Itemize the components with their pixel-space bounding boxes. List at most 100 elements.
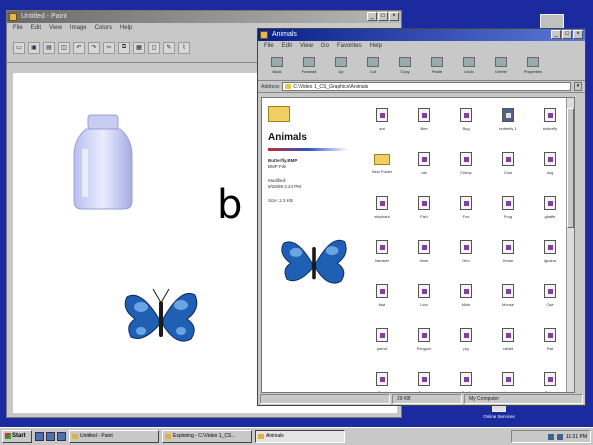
cut-button[interactable]: Cut [360, 53, 386, 79]
file-item[interactable]: Horse [488, 236, 528, 272]
brush-icon[interactable]: ⌇ [178, 41, 190, 54]
file-item[interactable]: Bug [446, 104, 486, 140]
file-item[interactable]: kiwi [362, 280, 402, 316]
file-item[interactable]: tiger [488, 368, 528, 392]
explorer-title-bar[interactable]: Animals _ □ × [258, 29, 585, 41]
file-item[interactable]: Moose [488, 280, 528, 316]
undo-button[interactable]: Undo [456, 53, 482, 79]
ie-icon[interactable] [35, 432, 44, 441]
file-item[interactable]: parrot [362, 324, 402, 360]
file-item[interactable]: dog [530, 148, 570, 184]
minimize-button[interactable]: _ [367, 12, 377, 21]
file-item[interactable]: hamster [362, 236, 402, 272]
file-view[interactable]: Animals Butterfly.BMP BMP File Modified:… [261, 97, 575, 393]
file-item[interactable]: Zebra [530, 368, 570, 392]
delete-button[interactable]: Delete [488, 53, 514, 79]
desktop-icon[interactable] [57, 432, 66, 441]
chevron-down-icon[interactable]: ▾ [574, 82, 582, 91]
redo-icon[interactable]: ↷ [88, 41, 100, 54]
menu-help[interactable]: Help [370, 41, 382, 51]
copy-button[interactable]: Copy [392, 53, 418, 79]
file-item[interactable]: Hare [404, 236, 444, 272]
file-item[interactable]: Rat [530, 324, 570, 360]
file-label: iguana [543, 258, 556, 263]
file-item[interactable]: Chimp [446, 148, 486, 184]
back-label: Back [272, 69, 282, 74]
task-paint[interactable]: Untitled - Paint [69, 430, 159, 443]
bitmap-file-icon [544, 284, 556, 298]
new-file-icon[interactable]: ▭ [13, 41, 25, 54]
forward-button[interactable]: Forward [296, 53, 322, 79]
undo-icon[interactable]: ↶ [73, 41, 85, 54]
back-button[interactable]: Back [264, 53, 290, 79]
menu-help[interactable]: Help [120, 23, 132, 33]
task-exploring[interactable]: Exploring - C:\Video 1_CS... [162, 430, 252, 443]
file-item[interactable]: Snake [404, 368, 444, 392]
file-item[interactable]: Cow [488, 148, 528, 184]
file-item[interactable]: Frog [488, 192, 528, 228]
explorer-window[interactable]: Animals _ □ × File Edit View Go Favorite… [257, 28, 586, 406]
select-icon[interactable]: ◻ [148, 41, 160, 54]
menu-colors[interactable]: Colors [95, 23, 112, 33]
file-item[interactable]: ant [362, 104, 402, 140]
maximize-button[interactable]: □ [562, 30, 572, 39]
file-item[interactable]: Fox [446, 192, 486, 228]
menu-view[interactable]: View [49, 23, 62, 33]
menu-favorites[interactable]: Favorites [337, 41, 362, 51]
pencil-icon[interactable]: ✎ [163, 41, 175, 54]
file-item[interactable]: Bee [404, 104, 444, 140]
menu-file[interactable]: File [13, 23, 23, 33]
outlook-icon[interactable] [46, 432, 55, 441]
paste-button[interactable]: Paste [424, 53, 450, 79]
vertical-scrollbar[interactable] [566, 98, 574, 392]
print-icon[interactable]: ▤ [43, 41, 55, 54]
file-label: Rat [546, 346, 554, 351]
status-objects [260, 394, 390, 404]
file-item[interactable]: rabbit [488, 324, 528, 360]
file-item[interactable]: giraffe [530, 192, 570, 228]
file-item[interactable]: Owl [530, 280, 570, 316]
menu-edit[interactable]: Edit [282, 41, 292, 51]
cut-icon[interactable]: ✂ [103, 41, 115, 54]
file-item[interactable]: Penguin [404, 324, 444, 360]
bitmap-file-icon [460, 284, 472, 298]
up-button[interactable]: Up [328, 53, 354, 79]
bitmap-file-icon [376, 240, 388, 254]
maximize-button[interactable]: □ [378, 12, 388, 21]
file-item[interactable]: cat [404, 148, 444, 184]
menu-view[interactable]: View [300, 41, 313, 51]
file-item[interactable]: Mole [446, 280, 486, 316]
file-item[interactable]: New Folder [362, 148, 402, 184]
file-item[interactable]: Fish [404, 192, 444, 228]
file-item[interactable]: butterfly [530, 104, 570, 140]
close-button[interactable]: × [573, 30, 583, 39]
file-item[interactable]: Lion [404, 280, 444, 316]
file-item[interactable]: elephant [362, 192, 402, 228]
file-item[interactable]: Seal [362, 368, 402, 392]
address-input[interactable]: C:\Video 1_CS_Graphics\Animals [282, 82, 571, 91]
file-item[interactable]: iguana [530, 236, 570, 272]
file-item[interactable]: butterfly 1 [488, 104, 528, 140]
preview-icon[interactable]: ◫ [58, 41, 70, 54]
copy-icon[interactable]: ⧉ [118, 41, 130, 54]
file-item[interactable]: Snail [446, 368, 486, 392]
menu-file[interactable]: File [264, 41, 274, 51]
network-icon[interactable] [547, 433, 554, 440]
save-icon[interactable]: ▣ [28, 41, 40, 54]
scrollbar-thumb[interactable] [567, 108, 574, 228]
paint-title-bar[interactable]: Untitled - Paint _ □ × [7, 11, 401, 23]
start-button[interactable]: Start [2, 430, 32, 443]
menu-edit[interactable]: Edit [31, 23, 41, 33]
volume-icon[interactable] [556, 433, 563, 440]
file-item[interactable]: pig [446, 324, 486, 360]
menu-go[interactable]: Go [321, 41, 329, 51]
file-item[interactable]: Hen [446, 236, 486, 272]
bitmap-file-icon [418, 328, 430, 342]
properties-button[interactable]: Properties [520, 53, 546, 79]
close-button[interactable]: × [389, 12, 399, 21]
file-grid: ant Bee Bug butterfly 1 butterfly New Folder c… [362, 104, 570, 392]
menu-image[interactable]: Image [70, 23, 87, 33]
minimize-button[interactable]: _ [551, 30, 561, 39]
paste-icon[interactable]: ▦ [133, 41, 145, 54]
task-animals[interactable]: Animals [255, 430, 345, 443]
